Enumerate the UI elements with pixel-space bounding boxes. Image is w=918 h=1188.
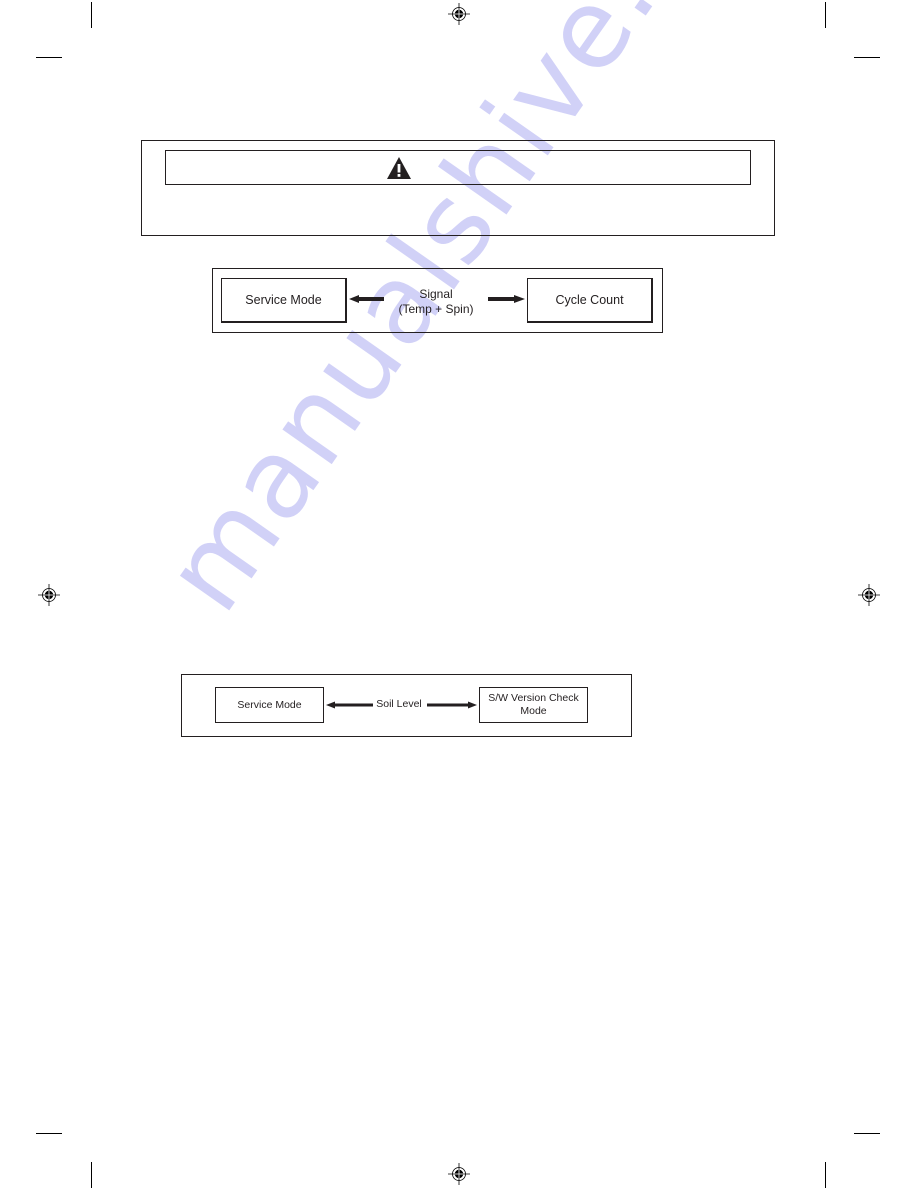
cycle-count-label: Cycle Count bbox=[555, 292, 624, 307]
crop-mark-top-left-vertical bbox=[91, 2, 92, 28]
sw-version-check-mode-node: S/W Version Check Mode bbox=[479, 687, 588, 723]
signal-connector-label: Signal (Temp + Spin) bbox=[384, 287, 488, 317]
arrow-left-icon bbox=[326, 701, 373, 709]
registration-mark-icon bbox=[858, 584, 880, 606]
signal-label: Signal bbox=[419, 287, 453, 301]
registration-mark-icon bbox=[448, 3, 470, 25]
crop-mark-bottom-left-vertical bbox=[91, 1162, 92, 1188]
crop-mark-bottom-right-vertical bbox=[825, 1162, 826, 1188]
service-mode-node: Service Mode bbox=[221, 278, 347, 323]
crop-mark-top-left-horizontal bbox=[36, 57, 62, 58]
arrow-right-icon bbox=[488, 295, 525, 303]
crop-mark-top-right-vertical bbox=[825, 2, 826, 28]
crop-mark-bottom-right-horizontal bbox=[854, 1133, 880, 1134]
service-mode-node: Service Mode bbox=[215, 687, 324, 723]
signal-sublabel: (Temp + Spin) bbox=[398, 302, 474, 316]
arrow-right-icon bbox=[427, 701, 477, 709]
crop-mark-top-right-horizontal bbox=[854, 57, 880, 58]
arrow-left-icon bbox=[349, 295, 384, 303]
crop-mark-bottom-left-horizontal bbox=[36, 1133, 62, 1134]
service-mode-label: Service Mode bbox=[237, 698, 302, 711]
soil-level-connector-label: Soil Level bbox=[376, 698, 422, 710]
service-mode-label: Service Mode bbox=[245, 292, 322, 307]
warning-triangle-icon bbox=[387, 157, 411, 179]
registration-mark-icon bbox=[448, 1163, 470, 1185]
sw-version-check-label: S/W Version Check bbox=[488, 692, 579, 705]
warning-header bbox=[165, 150, 751, 185]
mode-label: Mode bbox=[520, 705, 547, 717]
registration-mark-icon bbox=[38, 584, 60, 606]
cycle-count-node: Cycle Count bbox=[527, 278, 653, 323]
